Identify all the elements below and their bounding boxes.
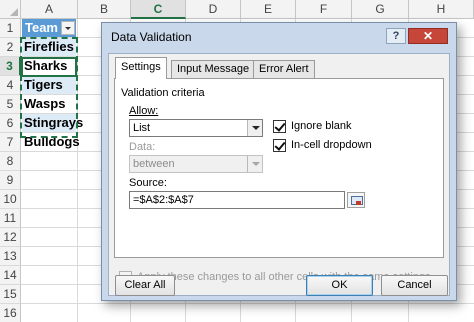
row-header-5[interactable]: 5	[0, 95, 21, 114]
column-header-f[interactable]: F	[296, 0, 352, 19]
column-header-c[interactable]: C	[131, 0, 186, 19]
column-header-h[interactable]: H	[409, 0, 474, 19]
data-label: Data:	[129, 141, 156, 153]
dialog-title: Data Validation	[111, 30, 192, 44]
row-header-3[interactable]: 3	[0, 57, 21, 76]
in-cell-dropdown-checkbox[interactable]	[273, 139, 286, 152]
clear-all-button[interactable]: Clear All	[115, 275, 175, 296]
tab-settings[interactable]: Settings	[115, 57, 167, 79]
allow-dropdown[interactable]: List	[129, 119, 263, 137]
row-header-4[interactable]: 4	[0, 76, 21, 95]
gridline	[21, 303, 474, 304]
allow-label: Allow:	[129, 105, 159, 117]
dialog-body: Settings Input Message Error Alert Valid…	[108, 53, 450, 296]
cancel-button[interactable]: Cancel	[381, 275, 448, 296]
row-header-14[interactable]: 14	[0, 266, 21, 285]
row-header-2[interactable]: 2	[0, 38, 21, 57]
cell-a1-table-header[interactable]: Team	[22, 19, 76, 37]
copy-marquee-range	[20, 37, 78, 138]
column-header-b[interactable]: B	[78, 0, 131, 19]
data-operator-value: between	[133, 158, 175, 170]
data-operator-dropdown: between	[129, 155, 263, 173]
tab-error-alert[interactable]: Error Alert	[253, 60, 315, 78]
source-value: =$A$2:$A$7	[133, 194, 194, 206]
tab-input-message[interactable]: Input Message	[171, 60, 256, 78]
row-header-8[interactable]: 8	[0, 152, 21, 171]
source-input[interactable]: =$A$2:$A$7	[129, 191, 345, 209]
settings-tab-page: Validation criteria Allow: List Ignore b…	[114, 78, 444, 258]
column-header-g[interactable]: G	[352, 0, 409, 19]
dialog-titlebar[interactable]: Data Validation ? ✕	[102, 23, 456, 49]
help-button[interactable]: ?	[386, 28, 406, 44]
allow-value: List	[133, 122, 151, 134]
row-header-13[interactable]: 13	[0, 247, 21, 266]
row-header-15[interactable]: 15	[0, 285, 21, 304]
column-header-e[interactable]: E	[241, 0, 296, 19]
filter-dropdown-icon[interactable]	[61, 21, 75, 35]
row-header-16[interactable]: 16	[0, 304, 21, 322]
close-button[interactable]: ✕	[408, 28, 448, 44]
select-all-corner[interactable]	[0, 0, 21, 19]
row-header-12[interactable]: 12	[0, 228, 21, 247]
row-header-6[interactable]: 6	[0, 114, 21, 133]
row-header-9[interactable]: 9	[0, 171, 21, 190]
chevron-down-icon	[247, 156, 262, 172]
row-header-1[interactable]: 1	[0, 19, 21, 38]
row-header-11[interactable]: 11	[0, 209, 21, 228]
column-header-d[interactable]: D	[186, 0, 241, 19]
row-header-7[interactable]: 7	[0, 133, 21, 152]
column-header-a[interactable]: A	[21, 0, 78, 19]
ok-button[interactable]: OK	[306, 275, 373, 296]
in-cell-dropdown-label: In-cell dropdown	[291, 139, 372, 151]
data-validation-dialog: Data Validation ? ✕ Settings Input Messa…	[101, 22, 457, 301]
ignore-blank-label: Ignore blank	[291, 120, 352, 132]
source-label: Source:	[129, 177, 167, 189]
chevron-down-icon[interactable]	[247, 120, 262, 136]
validation-criteria-heading: Validation criteria	[121, 87, 205, 99]
ignore-blank-checkbox[interactable]	[273, 120, 286, 133]
row-header-10[interactable]: 10	[0, 190, 21, 209]
collapse-range-icon[interactable]	[347, 192, 365, 208]
header-text: Team	[25, 20, 58, 35]
